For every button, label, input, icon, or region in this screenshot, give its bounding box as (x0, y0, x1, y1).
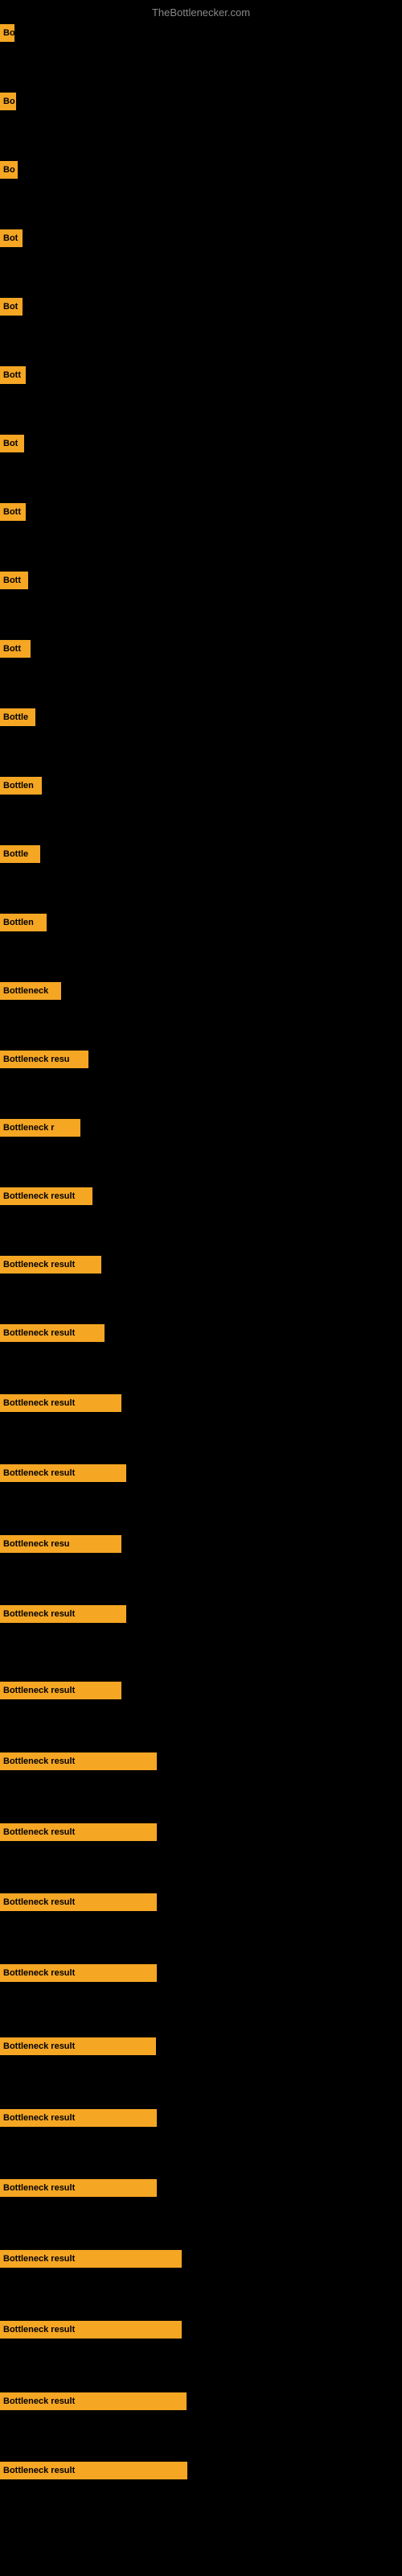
bar-11-label: Bottle (0, 708, 35, 726)
bar-7-label: Bot (0, 435, 24, 452)
bar-9: Bott (0, 572, 28, 589)
bar-10-label: Bott (0, 640, 31, 658)
bar-30: Bottleneck result (0, 2037, 156, 2055)
bar-10: Bott (0, 640, 31, 658)
bar-32: Bottleneck result (0, 2179, 157, 2197)
bar-34-label: Bottleneck result (0, 2321, 182, 2339)
bar-36: Bottleneck result (0, 2462, 187, 2479)
site-title: TheBottlenecker.com (152, 6, 250, 19)
bar-2: Bo (0, 93, 16, 110)
bar-12-label: Bottlen (0, 777, 42, 795)
bar-2-label: Bo (0, 93, 16, 110)
bar-6: Bott (0, 366, 26, 384)
bar-36-label: Bottleneck result (0, 2462, 187, 2479)
bar-31-label: Bottleneck result (0, 2109, 157, 2127)
bar-24: Bottleneck result (0, 1605, 126, 1623)
bar-16-label: Bottleneck resu (0, 1051, 88, 1068)
bar-19-label: Bottleneck result (0, 1256, 101, 1274)
bar-31: Bottleneck result (0, 2109, 157, 2127)
bar-4-label: Bot (0, 229, 23, 247)
bar-6-label: Bott (0, 366, 26, 384)
bar-3-label: Bo (0, 161, 18, 179)
bar-26: Bottleneck result (0, 1752, 157, 1770)
bar-11: Bottle (0, 708, 35, 726)
bar-20: Bottleneck result (0, 1324, 105, 1342)
bar-12: Bottlen (0, 777, 42, 795)
bar-15-label: Bottleneck (0, 982, 61, 1000)
bar-29: Bottleneck result (0, 1964, 157, 1982)
bar-32-label: Bottleneck result (0, 2179, 157, 2197)
bar-33-label: Bottleneck result (0, 2250, 182, 2268)
bar-27: Bottleneck result (0, 1823, 157, 1841)
bar-29-label: Bottleneck result (0, 1964, 157, 1982)
bar-8-label: Bott (0, 503, 26, 521)
bar-13: Bottle (0, 845, 40, 863)
bar-22-label: Bottleneck result (0, 1464, 126, 1482)
bar-21: Bottleneck result (0, 1394, 121, 1412)
bar-35-label: Bottleneck result (0, 2392, 187, 2410)
bar-28-label: Bottleneck result (0, 1893, 157, 1911)
bar-17: Bottleneck r (0, 1119, 80, 1137)
bar-15: Bottleneck (0, 982, 61, 1000)
bar-19: Bottleneck result (0, 1256, 101, 1274)
bar-1-label: Bo (0, 24, 14, 42)
bar-16: Bottleneck resu (0, 1051, 88, 1068)
bar-1: Bo (0, 24, 14, 42)
bar-25: Bottleneck result (0, 1682, 121, 1699)
bar-5-label: Bot (0, 298, 23, 316)
bar-28: Bottleneck result (0, 1893, 157, 1911)
bar-21-label: Bottleneck result (0, 1394, 121, 1412)
bar-14: Bottlen (0, 914, 47, 931)
bar-14-label: Bottlen (0, 914, 47, 931)
bar-35: Bottleneck result (0, 2392, 187, 2410)
bar-18: Bottleneck result (0, 1187, 92, 1205)
bar-7: Bot (0, 435, 24, 452)
bar-3: Bo (0, 161, 18, 179)
bar-23-label: Bottleneck resu (0, 1535, 121, 1553)
bar-20-label: Bottleneck result (0, 1324, 105, 1342)
bar-24-label: Bottleneck result (0, 1605, 126, 1623)
bar-9-label: Bott (0, 572, 28, 589)
bar-5: Bot (0, 298, 23, 316)
bar-33: Bottleneck result (0, 2250, 182, 2268)
bar-22: Bottleneck result (0, 1464, 126, 1482)
bar-34: Bottleneck result (0, 2321, 182, 2339)
bar-18-label: Bottleneck result (0, 1187, 92, 1205)
bar-25-label: Bottleneck result (0, 1682, 121, 1699)
bar-23: Bottleneck resu (0, 1535, 121, 1553)
bar-26-label: Bottleneck result (0, 1752, 157, 1770)
bar-13-label: Bottle (0, 845, 40, 863)
bar-30-label: Bottleneck result (0, 2037, 156, 2055)
bar-8: Bott (0, 503, 26, 521)
bar-17-label: Bottleneck r (0, 1119, 80, 1137)
bar-27-label: Bottleneck result (0, 1823, 157, 1841)
bar-4: Bot (0, 229, 23, 247)
